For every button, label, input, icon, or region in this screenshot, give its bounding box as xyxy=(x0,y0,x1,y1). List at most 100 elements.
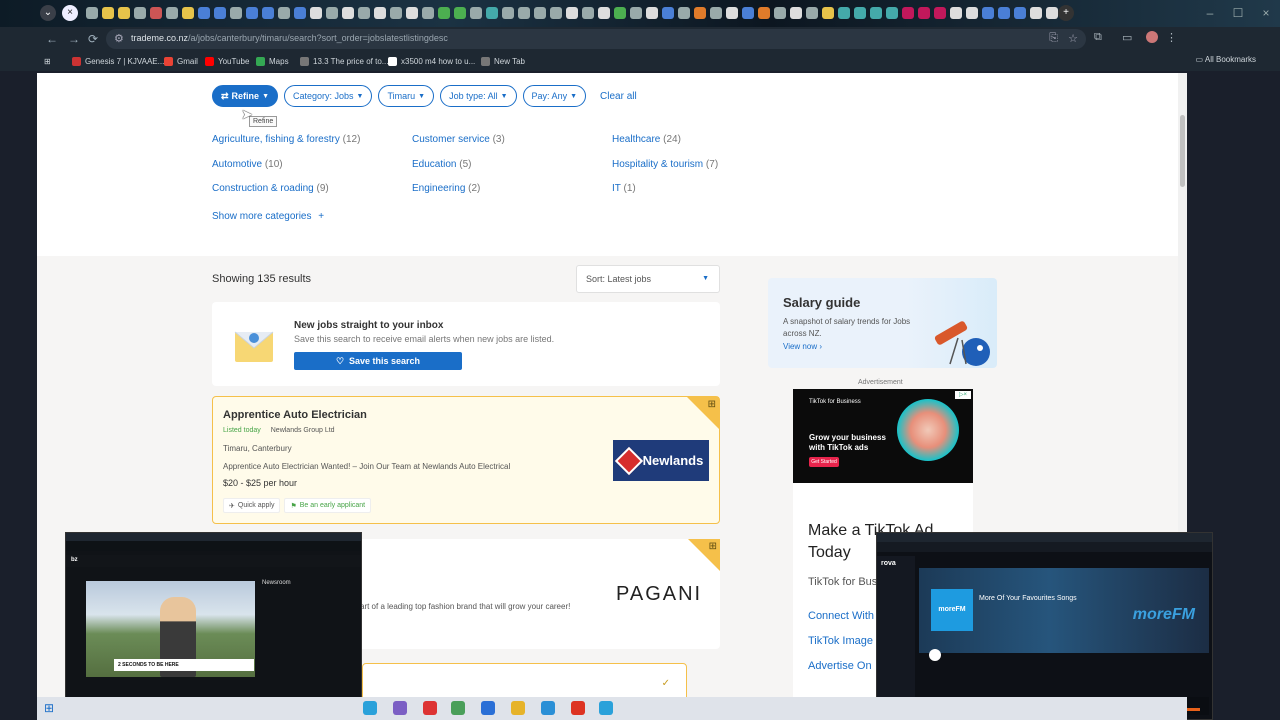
site-info-icon[interactable]: ⚙ xyxy=(114,32,124,45)
category-link[interactable]: IT (1) xyxy=(612,183,636,194)
bookmark-star-icon[interactable]: ☆ xyxy=(1068,32,1078,45)
tab-favicon[interactable] xyxy=(358,7,370,19)
bookmark-item[interactable]: x3500 m4 how to u... xyxy=(388,54,475,68)
ad-cta-button[interactable]: Get Started xyxy=(809,457,839,467)
reload-icon[interactable]: ⟳ xyxy=(88,31,98,47)
tab-favicon[interactable] xyxy=(934,7,946,19)
category-link[interactable]: Hospitality & tourism (7) xyxy=(612,159,718,170)
app-icon[interactable] xyxy=(393,701,407,715)
tab-favicon[interactable] xyxy=(550,7,562,19)
extensions-icon[interactable]: ⧉ xyxy=(1094,31,1102,44)
news-video-player[interactable]: 2 SECONDS TO BE HERE xyxy=(86,581,255,677)
tab-favicon[interactable] xyxy=(742,7,754,19)
tab-favicon[interactable] xyxy=(790,7,802,19)
minimize-icon[interactable]: – xyxy=(1196,0,1224,27)
app-icon[interactable] xyxy=(423,701,437,715)
tab-favicon[interactable] xyxy=(646,7,658,19)
refine-button[interactable]: ⇄ Refine ▼ xyxy=(212,85,278,107)
tab-favicon[interactable] xyxy=(502,7,514,19)
tab-favicon[interactable] xyxy=(534,7,546,19)
tab-favicon[interactable] xyxy=(806,7,818,19)
tab-favicon[interactable] xyxy=(262,7,274,19)
new-tab-button[interactable]: + xyxy=(1058,5,1074,21)
tiktok-ad-banner[interactable]: TikTok for Business Grow your business w… xyxy=(793,389,973,483)
category-link[interactable]: Construction & roading (9) xyxy=(212,183,329,194)
tab-favicon[interactable] xyxy=(758,7,770,19)
telegram-icon[interactable] xyxy=(599,701,613,715)
play-icon[interactable] xyxy=(929,649,941,661)
tab-favicon[interactable] xyxy=(582,7,594,19)
tab-favicon[interactable] xyxy=(998,7,1010,19)
telegram-icon[interactable] xyxy=(363,701,377,715)
tab-favicon[interactable] xyxy=(566,7,578,19)
file-explorer-icon[interactable] xyxy=(511,701,525,715)
tab-favicon[interactable] xyxy=(326,7,338,19)
tab-favicon[interactable] xyxy=(246,7,258,19)
tab-favicon[interactable] xyxy=(710,7,722,19)
tab-favicon[interactable] xyxy=(598,7,610,19)
tab-favicon[interactable] xyxy=(134,7,146,19)
job-type-filter[interactable]: Job type: All ▼ xyxy=(440,85,517,107)
tab-favicon[interactable] xyxy=(614,7,626,19)
tab-favicon[interactable] xyxy=(374,7,386,19)
mail-icon[interactable] xyxy=(481,701,495,715)
tab-favicon[interactable] xyxy=(166,7,178,19)
tab-favicon[interactable] xyxy=(678,7,690,19)
tab-favicon[interactable] xyxy=(118,7,130,19)
active-tab-close-icon[interactable]: × xyxy=(62,5,78,21)
tab-search-button[interactable]: ⌄ xyxy=(40,5,56,21)
tab-favicon[interactable] xyxy=(694,7,706,19)
tab-favicon[interactable] xyxy=(230,7,242,19)
ad-link[interactable]: Advertise On xyxy=(808,660,872,672)
tab-favicon[interactable] xyxy=(294,7,306,19)
app-icon[interactable] xyxy=(571,701,585,715)
url-text[interactable]: trademe.co.nz/a/jobs/canterbury/timaru/s… xyxy=(131,33,448,43)
back-icon[interactable]: ← xyxy=(46,31,58,47)
maximize-icon[interactable]: ☐ xyxy=(1224,0,1252,27)
bookmark-item[interactable]: Maps xyxy=(256,54,289,68)
bookmark-item[interactable]: Genesis 7 | KJVAAE... xyxy=(72,54,164,68)
tab-favicon[interactable] xyxy=(422,7,434,19)
tab-favicon[interactable] xyxy=(838,7,850,19)
job-title[interactable]: Apprentice Auto Electrician xyxy=(223,409,367,421)
tab-favicon[interactable] xyxy=(182,7,194,19)
tab-favicon[interactable] xyxy=(150,7,162,19)
tab-favicon[interactable] xyxy=(966,7,978,19)
show-more-categories-link[interactable]: Show more categories + xyxy=(212,211,324,222)
category-link[interactable]: Engineering (2) xyxy=(412,183,480,194)
news-video-overlay-window[interactable]: bz 2 SECONDS TO BE HERE Newsroom xyxy=(65,532,362,720)
category-link[interactable]: Agriculture, fishing & forestry (12) xyxy=(212,134,360,145)
tab-favicon[interactable] xyxy=(342,7,354,19)
install-app-icon[interactable]: ⎘ xyxy=(1049,32,1058,45)
bookmark-item[interactable]: Gmail xyxy=(164,54,198,68)
tab-favicon[interactable] xyxy=(518,7,530,19)
tab-favicon[interactable] xyxy=(982,7,994,19)
address-bar[interactable]: ⚙ trademe.co.nz/a/jobs/canterbury/timaru… xyxy=(106,29,1086,49)
tab-favicon[interactable] xyxy=(278,7,290,19)
tab-favicon[interactable] xyxy=(1030,7,1042,19)
tab-favicon[interactable] xyxy=(774,7,786,19)
tab-favicon[interactable] xyxy=(950,7,962,19)
split-view-icon[interactable]: ▭ xyxy=(1122,31,1132,44)
category-link[interactable]: Automotive (10) xyxy=(212,159,283,170)
salary-guide-banner[interactable]: Salary guide A snapshot of salary trends… xyxy=(768,278,997,368)
tab-favicon[interactable] xyxy=(726,7,738,19)
tab-favicon[interactable] xyxy=(822,7,834,19)
tab-favicon[interactable] xyxy=(918,7,930,19)
ad-link[interactable]: Connect With xyxy=(808,610,874,622)
apps-icon[interactable]: ⊞ xyxy=(44,54,51,68)
tab-favicon[interactable] xyxy=(390,7,402,19)
bookmark-item[interactable]: YouTube xyxy=(205,54,249,68)
all-bookmarks[interactable]: ▭ All Bookmarks xyxy=(1196,55,1256,64)
tab-favicon[interactable] xyxy=(662,7,674,19)
tab-favicon[interactable] xyxy=(854,7,866,19)
windows-start-icon[interactable]: ⊞ xyxy=(44,702,54,714)
tab-favicon[interactable] xyxy=(198,7,210,19)
sort-select[interactable]: Sort: Latest jobs ▼ xyxy=(576,265,720,293)
tab-favicon[interactable] xyxy=(438,7,450,19)
tab-favicon[interactable] xyxy=(470,7,482,19)
view-now-link[interactable]: View now › xyxy=(783,342,822,351)
tab-favicon[interactable] xyxy=(902,7,914,19)
bookmark-item[interactable]: New Tab xyxy=(481,54,525,68)
tab-favicon[interactable] xyxy=(630,7,642,19)
